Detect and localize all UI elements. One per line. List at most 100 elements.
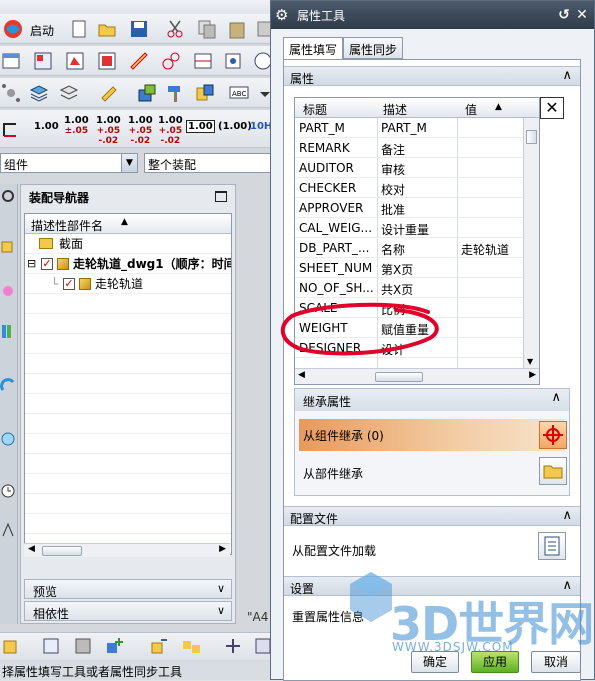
- component-icon[interactable]: [194, 82, 218, 104]
- format-1[interactable]: 1.00: [34, 122, 59, 132]
- attribute-row[interactable]: AUDITOR 审核: [295, 158, 523, 178]
- preview-section[interactable]: 预览 ∨: [24, 579, 232, 599]
- assembly-add-icon[interactable]: [136, 82, 160, 104]
- scroll-left-icon[interactable]: ◀: [28, 544, 35, 554]
- header-description[interactable]: 描述: [383, 101, 407, 118]
- checkbox-checked-icon[interactable]: ✓: [63, 278, 75, 290]
- attribute-row[interactable]: APPROVER 批准: [295, 198, 523, 218]
- reuse-library-tab-icon[interactable]: [0, 374, 16, 396]
- settings-gear-icon[interactable]: [0, 186, 16, 208]
- delete-attribute-button[interactable]: ✕: [540, 97, 564, 119]
- format-7[interactable]: (1.00): [218, 122, 252, 132]
- scroll-thumb[interactable]: [375, 372, 423, 382]
- layers-icon[interactable]: [28, 82, 52, 104]
- section-view-icon[interactable]: [128, 50, 152, 72]
- break-view-icon[interactable]: [192, 50, 216, 72]
- dependency-section[interactable]: 相依性 ∨: [24, 601, 232, 621]
- column-header-part-name[interactable]: 描述性部件名 ▲: [25, 214, 231, 234]
- dialog-title-bar[interactable]: ⚙ 属性工具 ↺ ✕: [271, 1, 594, 29]
- config-file-group-header[interactable]: 配置文件 ∧: [284, 506, 580, 526]
- apply-button[interactable]: 应用: [471, 651, 519, 673]
- tree-row-component[interactable]: └ ✓ 走轮轨道: [25, 274, 231, 294]
- constraint-icon[interactable]: [180, 635, 204, 657]
- copy-icon[interactable]: [196, 18, 220, 40]
- scroll-down-icon[interactable]: ▼: [527, 357, 533, 366]
- open-folder-icon[interactable]: [96, 18, 120, 40]
- selection-scope-combo[interactable]: 整个装配: [144, 153, 280, 173]
- table-vscrollbar[interactable]: ▼: [523, 118, 539, 368]
- reset-icon[interactable]: ↺: [557, 7, 571, 23]
- scroll-right-icon[interactable]: ▶: [529, 370, 536, 380]
- scroll-thumb[interactable]: [526, 130, 537, 144]
- ok-button[interactable]: 确定: [411, 651, 459, 673]
- nx-logo-icon[interactable]: [2, 18, 26, 40]
- projected-view-icon[interactable]: [96, 50, 120, 72]
- attribute-row[interactable]: CHECKER 校对: [295, 178, 523, 198]
- load-config-button[interactable]: [538, 532, 566, 560]
- save-icon[interactable]: [128, 18, 152, 40]
- header-value[interactable]: 值: [465, 101, 477, 118]
- tree-row-section[interactable]: 截面: [25, 234, 231, 254]
- part-navigator-tab-icon[interactable]: [0, 320, 16, 342]
- detail-view-icon[interactable]: [160, 50, 184, 72]
- format-3[interactable]: 1.00 +.05 -.02: [96, 116, 121, 147]
- chevron-down-icon[interactable]: ▼: [121, 154, 137, 172]
- header-title[interactable]: 标题: [303, 101, 327, 118]
- format-5[interactable]: 1.00 +.05 -.02: [158, 116, 183, 147]
- chevron-down-icon[interactable]: ∨: [217, 604, 225, 617]
- tree-row-assembly[interactable]: ⊟ ✓ 走轮轨道_dwg1（顺序：时间: [25, 254, 231, 274]
- format-4[interactable]: 1.00 +.05 -.02: [128, 116, 153, 147]
- tab-attribute-fill[interactable]: 属性填写: [283, 37, 344, 60]
- inherit-from-component-row[interactable]: 从组件继承 (0): [299, 419, 565, 451]
- type-filter-combo[interactable]: 组件 ▼: [0, 153, 138, 173]
- format-8[interactable]: 10H: [250, 122, 272, 132]
- restore-window-icon[interactable]: [215, 191, 227, 202]
- tab-attribute-sync[interactable]: 属性同步: [343, 37, 404, 59]
- abc-icon[interactable]: ABC: [228, 82, 252, 104]
- update-view-icon[interactable]: [222, 50, 246, 72]
- assembly-tool-icon[interactable]: [0, 635, 24, 657]
- layer-settings-icon[interactable]: [58, 82, 82, 104]
- sheet-icon[interactable]: [0, 50, 24, 72]
- inherit-group-header[interactable]: 继承属性 ∧: [295, 389, 569, 411]
- gear-icon[interactable]: ⚙: [275, 7, 291, 23]
- cut-icon[interactable]: [164, 18, 188, 40]
- format-6[interactable]: 1.00: [186, 120, 215, 133]
- view-layout-icon[interactable]: [32, 50, 56, 72]
- attribute-value-cell[interactable]: 走轮轨道: [461, 241, 521, 258]
- open-part-button[interactable]: [539, 457, 567, 485]
- chevron-up-icon[interactable]: ∧: [562, 68, 572, 83]
- checkbox-checked-icon[interactable]: ✓: [41, 258, 53, 270]
- attribute-row[interactable]: CAL_WEIG... 设计重量: [295, 218, 523, 238]
- attribute-row[interactable]: NO_OF_SH... 共X页: [295, 278, 523, 298]
- component-tool-icon[interactable]: [40, 635, 64, 657]
- add-component-icon[interactable]: [104, 635, 128, 657]
- attribute-row[interactable]: REMARK 备注: [295, 138, 523, 158]
- edit-icon[interactable]: [98, 82, 122, 104]
- hammer-icon[interactable]: [164, 82, 188, 104]
- navigator-hscrollbar[interactable]: ◀ ▶: [24, 543, 230, 557]
- frame-icon[interactable]: [0, 118, 24, 140]
- scroll-right-icon[interactable]: ▶: [219, 544, 226, 554]
- base-view-icon[interactable]: [64, 50, 88, 72]
- history-tab-icon[interactable]: [0, 480, 16, 502]
- collapse-icon[interactable]: ⊟: [27, 254, 36, 274]
- web-browser-tab-icon[interactable]: [0, 428, 16, 450]
- image-tool-icon[interactable]: [72, 635, 96, 657]
- close-icon[interactable]: ✕: [575, 7, 589, 23]
- format-2[interactable]: 1.00 ±.05: [64, 116, 89, 137]
- explode-icon[interactable]: [222, 635, 246, 657]
- chevron-up-icon[interactable]: ∧: [562, 508, 572, 523]
- start-menu-label[interactable]: 启动: [30, 22, 54, 39]
- new-file-icon[interactable]: [68, 18, 92, 40]
- scroll-thumb[interactable]: [42, 546, 82, 556]
- chevron-down-icon[interactable]: ∨: [217, 582, 225, 595]
- paste-icon[interactable]: [226, 18, 250, 40]
- roles-tab-icon[interactable]: [0, 518, 16, 540]
- attribute-row[interactable]: SHEET_NUM 第X页: [295, 258, 523, 278]
- assembly-navigator-tab-icon[interactable]: [0, 236, 16, 258]
- table-hscrollbar[interactable]: ◀ ▶: [295, 368, 539, 384]
- constraint-navigator-tab-icon[interactable]: [0, 280, 16, 302]
- move-component-icon[interactable]: [148, 635, 172, 657]
- select-component-button[interactable]: [539, 421, 567, 449]
